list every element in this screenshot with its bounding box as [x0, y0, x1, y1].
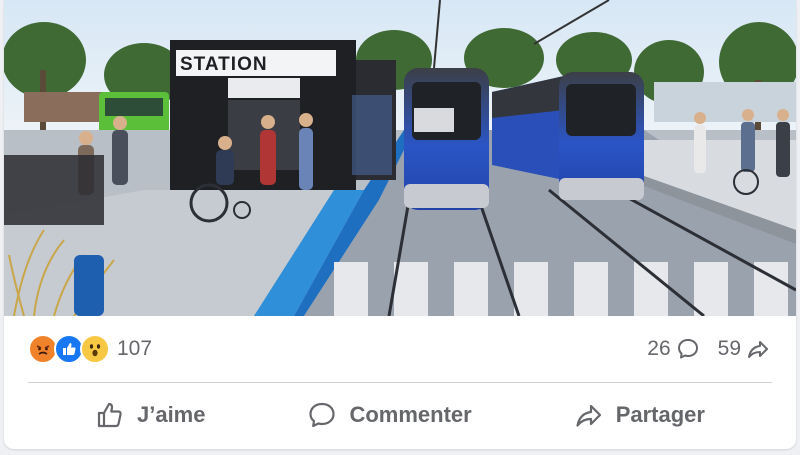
share-button[interactable]: Partager: [552, 392, 727, 438]
thumbs-up-icon: [97, 402, 122, 428]
tram-station-rendering: STATION: [4, 0, 796, 316]
share-count: 59: [717, 337, 741, 360]
post-image[interactable]: STATION: [4, 0, 796, 316]
post-card: STATION 107 26 59 J’aime Commenter Parta…: [4, 0, 796, 449]
reaction-count: 107: [117, 337, 153, 360]
engagement-stats: 107 26 59: [4, 316, 796, 382]
comment-count-link[interactable]: 26: [647, 337, 699, 361]
comment-bubble-icon: [309, 402, 336, 428]
comment-icon: [677, 339, 698, 359]
comment-label: Commenter: [349, 402, 472, 427]
like-label: J’aime: [136, 402, 206, 427]
comment-count: 26: [647, 337, 671, 360]
station-sign: STATION: [180, 54, 268, 75]
action-bar: J’aime Commenter Partager: [4, 383, 796, 447]
share-count-link[interactable]: 59: [718, 337, 770, 361]
wow-icon: [80, 334, 110, 364]
comment-button[interactable]: Commenter: [285, 392, 493, 438]
share-icon: [576, 404, 601, 427]
share-arrow-icon: [748, 341, 768, 358]
share-label: Partager: [615, 402, 705, 427]
like-button[interactable]: J’aime: [73, 392, 228, 438]
reactions-summary[interactable]: 107: [28, 334, 152, 364]
